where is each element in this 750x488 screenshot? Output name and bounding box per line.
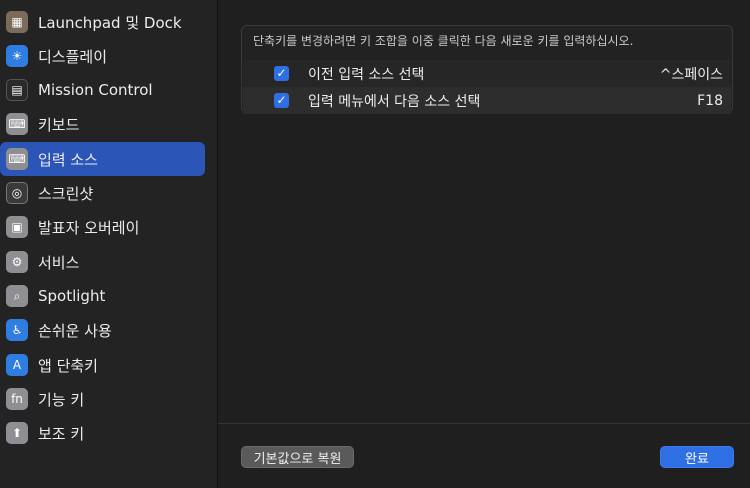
shortcut-row[interactable]: ✓ 이전 입력 소스 선택 ^스페이스 (243, 60, 731, 87)
sidebar-item-function-keys[interactable]: fn 기능 키 (0, 382, 205, 416)
sidebar-item-modifier-keys[interactable]: ⬆ 보조 키 (0, 416, 205, 450)
sidebar-item-label: Spotlight (38, 287, 106, 305)
shortcut-row[interactable]: ✓ 입력 메뉴에서 다음 소스 선택 F18 (243, 87, 731, 114)
shortcut-label: 이전 입력 소스 선택 (308, 66, 425, 83)
input-source-icon: ⌨ (6, 148, 28, 170)
sidebar-item-label: 입력 소스 (38, 150, 98, 169)
spotlight-search-icon: ⌕ (6, 285, 28, 307)
sidebar-item-app-shortcuts[interactable]: A 앱 단축키 (0, 348, 205, 382)
sidebar-item-label: 손쉬운 사용 (38, 321, 112, 340)
shortcut-label: 입력 메뉴에서 다음 소스 선택 (308, 93, 481, 110)
sidebar-item-mission-control[interactable]: ▤ Mission Control (0, 73, 205, 107)
sidebar-item-label: Mission Control (38, 81, 153, 99)
screenshot-icon: ◎ (6, 182, 28, 204)
sidebar-item-label: 기능 키 (38, 390, 85, 409)
modifier-key-icon: ⬆ (6, 422, 28, 444)
sidebar-item-screenshot[interactable]: ◎ 스크린샷 (0, 176, 205, 210)
accessibility-icon: ♿ (6, 319, 28, 341)
sidebar-item-presenter-overlay[interactable]: ▣ 발표자 오버레이 (0, 210, 205, 244)
launchpad-icon: ▦ (6, 11, 28, 33)
done-button[interactable]: 완료 (660, 446, 734, 468)
app-shortcuts-icon: A (6, 354, 28, 376)
sidebar-item-keyboard[interactable]: ⌨ 키보드 (0, 107, 205, 141)
display-sun-icon: ☀ (6, 45, 28, 67)
mission-control-icon: ▤ (6, 79, 28, 101)
sidebar-item-display[interactable]: ☀ 디스플레이 (0, 39, 205, 73)
sidebar-item-label: 앱 단축키 (38, 356, 98, 375)
sidebar-item-label: Launchpad 및 Dock (38, 13, 182, 32)
presenter-overlay-icon: ▣ (6, 216, 28, 238)
sidebar-item-label: 키보드 (38, 115, 80, 134)
sidebar: ▦ Launchpad 및 Dock ☀ 디스플레이 ▤ Mission Con… (0, 0, 218, 488)
shortcut-key[interactable]: ^스페이스 (660, 64, 723, 84)
services-gear-icon: ⚙ (6, 251, 28, 273)
checkbox-next-input-source[interactable]: ✓ (274, 93, 289, 108)
sidebar-item-input-sources[interactable]: ⌨ 입력 소스 (0, 142, 205, 176)
footer-divider (218, 423, 750, 424)
restore-defaults-button[interactable]: 기본값으로 복원 (241, 446, 354, 468)
sidebar-item-label: 스크린샷 (38, 184, 94, 203)
sidebar-item-label: 발표자 오버레이 (38, 218, 140, 237)
sidebar-item-services[interactable]: ⚙ 서비스 (0, 245, 205, 279)
sidebar-item-label: 디스플레이 (38, 47, 108, 66)
checkbox-prev-input-source[interactable]: ✓ (274, 66, 289, 81)
main-pane: 단축키를 변경하려면 키 조합을 이중 클릭한 다음 새로운 키를 입력하십시오… (218, 0, 750, 488)
keyboard-icon: ⌨ (6, 113, 28, 135)
sidebar-item-launchpad-dock[interactable]: ▦ Launchpad 및 Dock (0, 5, 205, 39)
instruction-text: 단축키를 변경하려면 키 조합을 이중 클릭한 다음 새로운 키를 입력하십시오… (253, 34, 634, 48)
shortcut-key[interactable]: F18 (697, 93, 723, 109)
sidebar-item-accessibility[interactable]: ♿ 손쉬운 사용 (0, 313, 205, 347)
sidebar-item-spotlight[interactable]: ⌕ Spotlight (0, 279, 205, 313)
sidebar-item-label: 보조 키 (38, 424, 85, 443)
shortcut-list-panel: 단축키를 변경하려면 키 조합을 이중 클릭한 다음 새로운 키를 입력하십시오… (241, 25, 733, 114)
sidebar-item-label: 서비스 (38, 253, 80, 272)
function-key-icon: fn (6, 388, 28, 410)
